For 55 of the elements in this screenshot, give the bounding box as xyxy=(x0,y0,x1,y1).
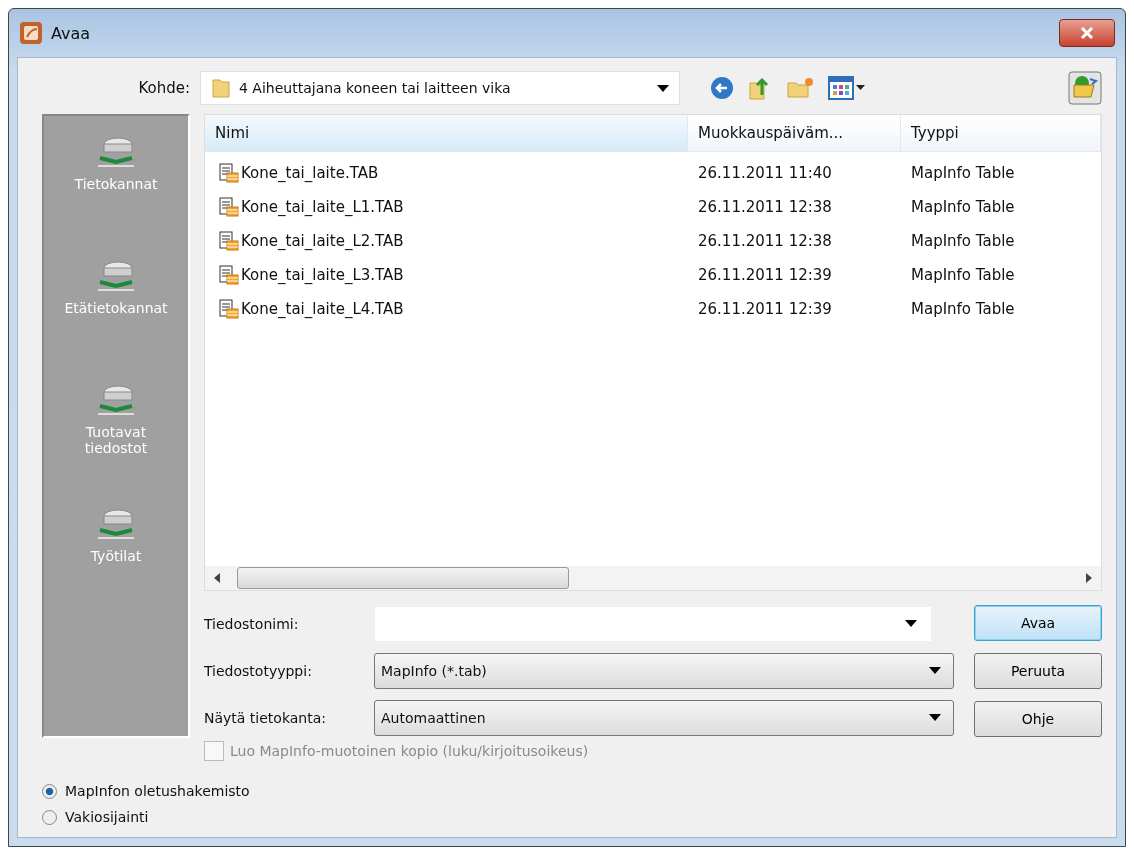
table-cell-text: 26.11.2011 12:38 xyxy=(697,232,833,250)
column-header[interactable]: Muokkauspäiväm... xyxy=(688,115,901,151)
dropdown-arrow-icon xyxy=(657,84,669,92)
open-folder-icon[interactable] xyxy=(1068,71,1102,105)
drive-icon xyxy=(96,508,136,542)
dialog-button[interactable]: Avaa xyxy=(974,605,1102,641)
location-dropdown[interactable]: 4 Aiheuttajana koneen tai laitteen vika xyxy=(200,71,680,105)
file-name-field[interactable] xyxy=(374,605,932,642)
field-label: Tiedostotyyppi: xyxy=(204,662,313,679)
folder-icon xyxy=(211,77,231,99)
table-file-icon xyxy=(219,299,239,319)
table-cell-text: 26.11.2011 12:39 xyxy=(697,266,833,284)
file-name-cell[interactable]: Kone_tai_laite_L1.TAB xyxy=(205,197,688,217)
file-name-cell[interactable]: Kone_tai_laite_L4.TAB xyxy=(205,299,688,319)
drive-icon xyxy=(96,260,136,294)
field-label: Tiedostonimi: xyxy=(204,615,300,632)
table-cell-text: MapInfo Table xyxy=(910,164,1016,182)
dropdown[interactable]: MapInfo (*.tab) xyxy=(374,652,954,689)
column-header[interactable]: Nimi xyxy=(205,115,688,151)
dropdown-arrow-icon xyxy=(929,667,941,674)
back-icon[interactable] xyxy=(710,76,734,100)
table-file-icon xyxy=(219,231,239,251)
column-header[interactable]: Tyyppi xyxy=(901,115,1101,151)
dropdown-arrow-icon xyxy=(905,620,917,627)
table-file-icon xyxy=(219,163,239,183)
table-cell-text: 26.11.2011 12:39 xyxy=(697,300,833,318)
table-cell-text: MapInfo Table xyxy=(910,266,1016,284)
file-name-cell[interactable]: Kone_tai_laite.TAB xyxy=(205,163,688,183)
dialog-button[interactable]: Peruuta xyxy=(974,653,1102,689)
scroll-left-icon[interactable] xyxy=(214,573,220,583)
close-button[interactable] xyxy=(1059,19,1115,47)
table-cell-text: MapInfo Table xyxy=(910,300,1016,318)
field-label: Näytä tietokanta: xyxy=(204,709,327,726)
dropdown-arrow-icon xyxy=(929,714,941,721)
view-menu-icon[interactable] xyxy=(828,76,866,100)
window-title: Avaa xyxy=(51,23,91,43)
drive-icon xyxy=(96,384,136,418)
close-icon xyxy=(1079,26,1095,40)
file-name-cell[interactable]: Kone_tai_laite_L2.TAB xyxy=(205,231,688,251)
horizontal-scrollbar[interactable] xyxy=(205,566,1101,590)
radio-option[interactable]: MapInfon oletushakemisto xyxy=(42,783,382,799)
location-label: Kohde: xyxy=(137,79,190,97)
table-cell-text: MapInfo Table xyxy=(910,198,1016,216)
dropdown[interactable]: Automaattinen xyxy=(374,699,954,736)
drive-icon xyxy=(96,136,136,170)
radio-option[interactable]: Vakiosijainti xyxy=(42,809,382,825)
file-name-cell[interactable]: Kone_tai_laite_L3.TAB xyxy=(205,265,688,285)
table-cell-text: MapInfo Table xyxy=(910,232,1016,250)
table-file-icon xyxy=(219,197,239,217)
dialog-button[interactable]: Ohje xyxy=(974,701,1102,737)
scroll-right-icon[interactable] xyxy=(1086,573,1092,583)
app-icon xyxy=(19,21,43,45)
table-file-icon xyxy=(219,265,239,285)
table-cell-text: 26.11.2011 12:38 xyxy=(697,198,833,216)
table-cell-text: 26.11.2011 11:40 xyxy=(697,164,833,182)
